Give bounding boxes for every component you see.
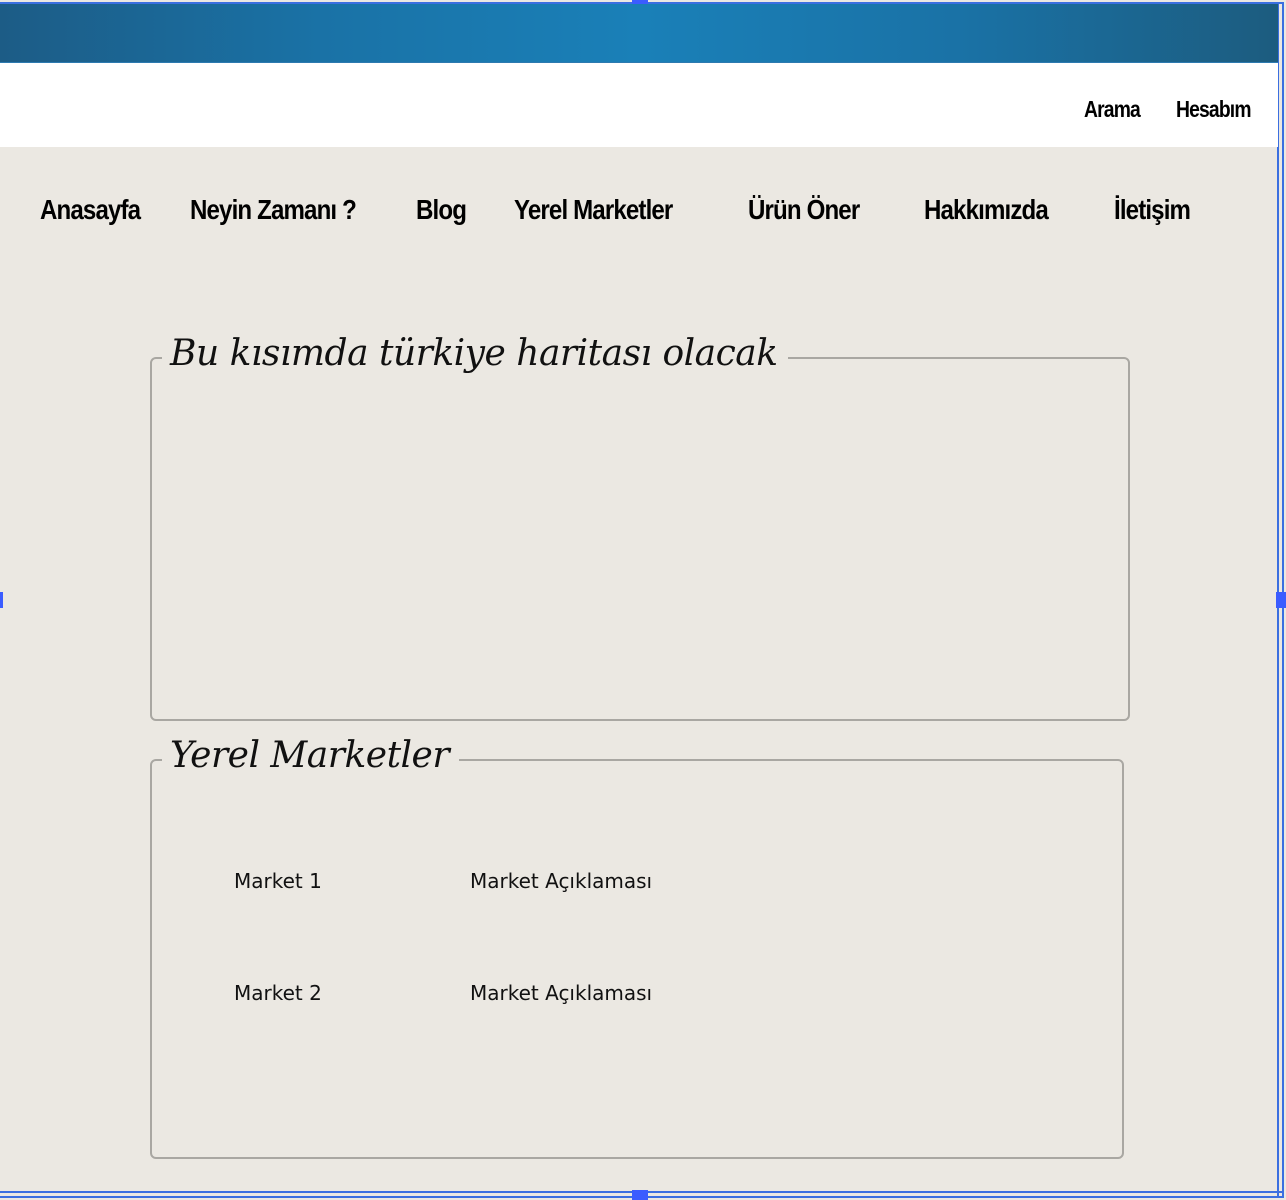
map-section-legend: Bu kısımda türkiye haritası olacak (162, 333, 788, 374)
nav-item-suggest-product[interactable]: Ürün Öner (748, 194, 860, 226)
nav-item-local-markets[interactable]: Yerel Marketler (514, 194, 673, 226)
market-name[interactable]: Market 1 (234, 869, 322, 893)
nav-item-blog[interactable]: Blog (416, 194, 467, 226)
top-banner (0, 4, 1278, 63)
nav-item-contact[interactable]: İletişim (1114, 194, 1191, 226)
nav-item-home[interactable]: Anasayfa (40, 194, 141, 226)
resize-handle-right[interactable] (1276, 592, 1286, 608)
markets-section-legend: Yerel Marketler (162, 735, 460, 776)
nav-item-season[interactable]: Neyin Zamanı ? (190, 194, 357, 226)
map-section (150, 357, 1130, 721)
market-description: Market Açıklaması (470, 981, 653, 1005)
market-description: Market Açıklaması (470, 869, 653, 893)
resize-handle-left[interactable] (0, 592, 3, 608)
market-name[interactable]: Market 2 (234, 981, 322, 1005)
account-link[interactable]: Hesabım (1176, 96, 1251, 123)
resize-handle-bottom[interactable] (632, 1190, 648, 1200)
search-link[interactable]: Arama (1084, 96, 1141, 123)
markets-section (150, 759, 1124, 1159)
nav-item-about[interactable]: Hakkımızda (924, 194, 1049, 226)
